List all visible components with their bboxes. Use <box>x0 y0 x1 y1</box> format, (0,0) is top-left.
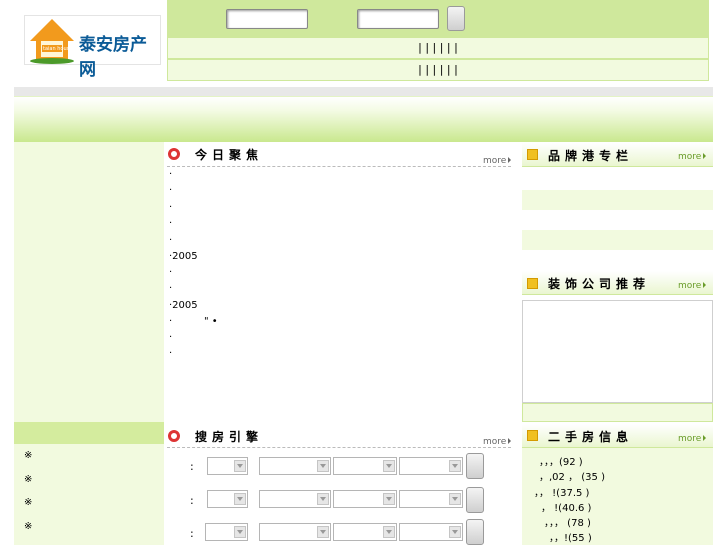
used-house-item[interactable]: ，，， (78 ) <box>544 514 591 529</box>
arrow-right-icon <box>508 157 512 163</box>
search-button[interactable] <box>466 487 484 513</box>
news-item[interactable]: · <box>169 332 172 344</box>
news-item[interactable]: · <box>169 348 172 360</box>
left-sidebar <box>14 142 164 545</box>
more-link-label: more <box>483 437 507 447</box>
search-select[interactable] <box>259 523 331 541</box>
more-link-label: more <box>678 434 702 444</box>
chevron-down-icon <box>449 493 461 505</box>
news-item[interactable]: · <box>169 169 172 181</box>
used-house-item[interactable]: ，,02 ， (35 ) <box>539 468 605 483</box>
logo-text: 泰安房产网 <box>79 35 147 80</box>
search-button[interactable] <box>466 519 484 545</box>
search-select[interactable] <box>207 457 248 475</box>
left-list-item[interactable]: ※ <box>24 474 32 485</box>
search-row-label: : <box>190 527 194 540</box>
brand-row[interactable] <box>522 210 713 230</box>
news-item[interactable]: · <box>169 283 172 295</box>
banner-band <box>14 96 713 142</box>
brand-row[interactable] <box>522 190 713 210</box>
search-select[interactable] <box>207 490 248 508</box>
search-button[interactable] <box>466 453 484 479</box>
arrow-box-icon <box>527 149 538 160</box>
news-item[interactable]: · <box>169 218 172 230</box>
arrow-right-icon <box>703 153 707 159</box>
arrow-right-icon <box>703 435 707 441</box>
news-item[interactable]: · <box>169 202 172 214</box>
login-button[interactable] <box>447 6 465 31</box>
arrow-box-icon <box>527 430 538 441</box>
left-sidebar-header <box>14 422 164 444</box>
brand-more-link[interactable]: more <box>678 149 707 162</box>
news-item[interactable]: ·2005 <box>169 251 198 263</box>
site-logo[interactable]: taian house 泰安房产网 <box>24 15 161 80</box>
used-house-item[interactable]: ，，，(92 ) <box>539 453 583 468</box>
nav-row-2[interactable]: | | | | | | <box>167 59 709 81</box>
search-select[interactable] <box>205 523 248 541</box>
house-logo-icon: taian house <box>30 19 74 64</box>
brand-row[interactable] <box>522 170 713 190</box>
search-row-label: : <box>190 494 194 507</box>
brand-row[interactable] <box>522 250 713 270</box>
used-house-item[interactable]: ， !(40.6 ) <box>541 499 591 514</box>
chevron-down-icon <box>449 526 461 538</box>
chevron-down-icon <box>383 526 395 538</box>
arrow-box-icon <box>527 278 538 289</box>
decor-section-title: 装饰公司推荐 <box>548 277 651 291</box>
chevron-down-icon <box>317 493 329 505</box>
brand-row[interactable] <box>522 230 713 250</box>
more-link-label: more <box>678 152 702 162</box>
news-item[interactable]: ·2005 <box>169 300 198 312</box>
arrow-right-icon <box>508 438 512 444</box>
chevron-down-icon <box>234 493 246 505</box>
left-list-item[interactable]: ※ <box>24 521 32 532</box>
chevron-down-icon <box>317 460 329 472</box>
chevron-down-icon <box>449 460 461 472</box>
divider <box>14 87 713 96</box>
nav-row-1[interactable]: | | | | | | <box>167 37 709 59</box>
search-select[interactable] <box>399 457 463 475</box>
chevron-down-icon <box>234 526 246 538</box>
decor-more-link[interactable]: more <box>678 278 707 291</box>
logo-sign-text: taian house <box>43 46 72 52</box>
used-house-more-link[interactable]: more <box>678 431 707 444</box>
decor-footer <box>522 403 713 422</box>
search-row-label: : <box>190 460 194 473</box>
search-more-link[interactable]: more <box>483 434 512 447</box>
chevron-down-icon <box>383 493 395 505</box>
used-house-section-title: 二手房信息 <box>548 430 634 444</box>
news-section-title: 今日聚焦 <box>195 148 264 162</box>
search-select[interactable] <box>333 490 397 508</box>
left-list-item[interactable]: ※ <box>24 497 32 508</box>
left-list-item[interactable]: ※ <box>24 450 32 461</box>
chevron-down-icon <box>317 526 329 538</box>
brand-section-title: 品牌港专栏 <box>548 149 634 163</box>
search-select[interactable] <box>333 457 397 475</box>
search-divider <box>167 447 511 448</box>
more-link-label: more <box>678 281 702 291</box>
username-input[interactable] <box>226 9 308 29</box>
search-section-title: 搜房引擎 <box>195 430 264 444</box>
decor-box <box>522 300 713 403</box>
news-more-link[interactable]: more <box>483 153 512 166</box>
more-link-label: more <box>483 156 507 166</box>
news-item[interactable]: · <box>169 267 172 279</box>
used-house-item[interactable]: ，， !(37.5 ) <box>534 484 589 499</box>
password-input[interactable] <box>357 9 439 29</box>
news-item[interactable]: · " • <box>169 316 218 328</box>
arrow-right-icon <box>703 282 707 288</box>
chevron-down-icon <box>383 460 395 472</box>
search-select[interactable] <box>333 523 397 541</box>
news-item[interactable]: · <box>169 235 172 247</box>
news-divider <box>167 166 511 167</box>
target-icon <box>168 148 180 160</box>
news-item[interactable]: · <box>169 185 172 197</box>
search-select[interactable] <box>399 523 463 541</box>
chevron-down-icon <box>234 460 246 472</box>
search-select[interactable] <box>259 457 331 475</box>
search-select[interactable] <box>399 490 463 508</box>
search-select[interactable] <box>259 490 331 508</box>
used-house-item[interactable]: ，，!(55 ) <box>549 529 592 544</box>
target-icon <box>168 430 180 442</box>
